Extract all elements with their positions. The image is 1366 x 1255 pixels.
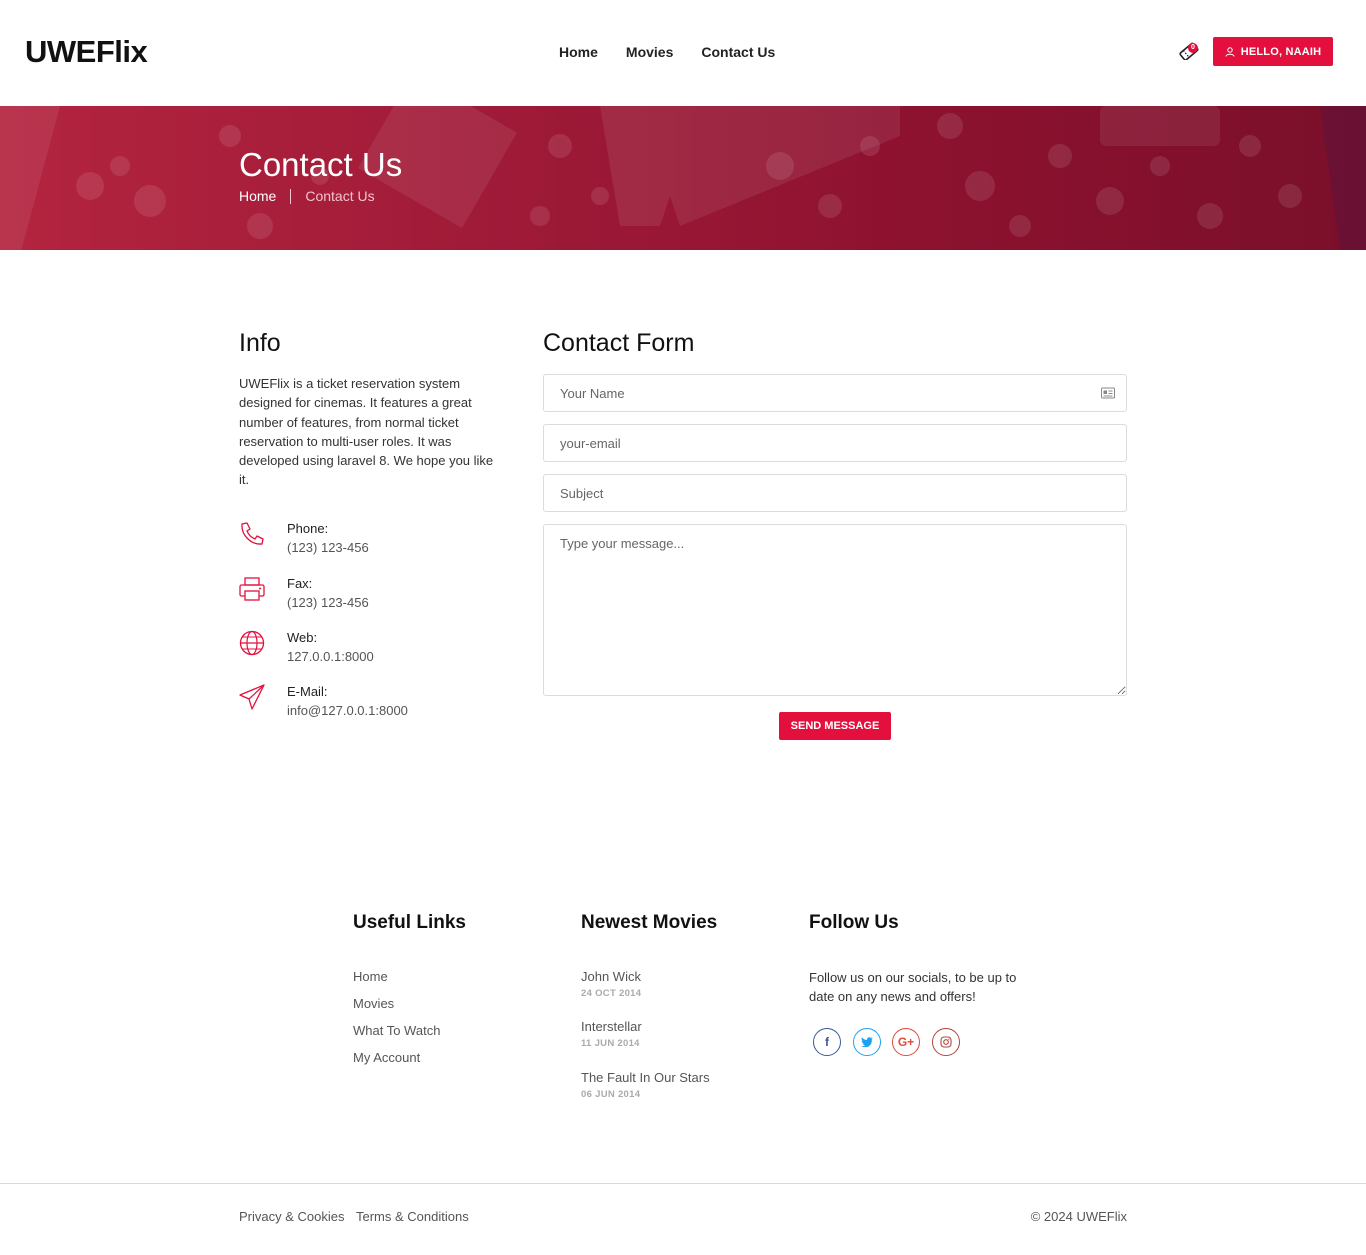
user-account-button[interactable]: HELLO, NAAIH: [1213, 37, 1333, 66]
footer-divider: [0, 1183, 1366, 1184]
nav-home[interactable]: Home: [559, 44, 598, 60]
follow-us-text: Follow us on our socials, to be up to da…: [809, 970, 1017, 1004]
newest-movies-heading: Newest Movies: [581, 912, 718, 933]
cart-count-badge: 0: [1188, 43, 1198, 53]
id-card-icon: [1101, 387, 1115, 399]
nav-movies[interactable]: Movies: [626, 44, 673, 60]
main-nav: Home Movies Contact Us: [559, 44, 803, 60]
contact-value: 127.0.0.1:8000: [287, 649, 374, 664]
user-icon: [1225, 46, 1235, 57]
contact-label: Phone:: [287, 521, 329, 536]
footer-link-home[interactable]: Home: [353, 969, 388, 984]
info-description: UWEFlix is a ticket reservation system d…: [239, 376, 494, 488]
newest-movie-title[interactable]: John Wick: [581, 969, 641, 984]
subject-field[interactable]: [543, 474, 1127, 512]
contact-form-heading: Contact Form: [543, 329, 695, 357]
contact-web: Web: 127.0.0.1:8000: [239, 630, 499, 670]
terms-conditions-link[interactable]: Terms & Conditions: [356, 1209, 469, 1224]
newest-movie-date: 24 OCT 2014: [581, 988, 642, 999]
contact-email: E-Mail: info@127.0.0.1:8000: [239, 684, 499, 724]
contact-label: Web:: [287, 630, 318, 645]
contact-phone: Phone: (123) 123-456: [239, 521, 499, 561]
phone-icon: [241, 522, 264, 545]
breadcrumb-home[interactable]: Home: [239, 188, 276, 204]
footer-link-what-to-watch[interactable]: What To Watch: [353, 1023, 440, 1038]
message-field[interactable]: [543, 524, 1127, 696]
popcorn-background-image: [0, 106, 1366, 250]
breadcrumb-current: Contact Us: [305, 188, 375, 204]
contact-value: (123) 123-456: [287, 540, 369, 555]
globe-icon: [239, 630, 265, 656]
instagram-camera-glyph: [940, 1036, 952, 1048]
newest-movie-date: 11 JUN 2014: [581, 1038, 640, 1049]
breadcrumb-separator: [290, 188, 292, 204]
footer-link-my-account[interactable]: My Account: [353, 1050, 420, 1065]
contact-label: Fax:: [287, 576, 313, 591]
google-plus-icon[interactable]: G+: [892, 1028, 920, 1056]
page-banner: Contact Us Home Contact Us: [0, 106, 1366, 250]
footer-link-movies[interactable]: Movies: [353, 996, 394, 1011]
paper-plane-icon: [239, 684, 265, 710]
instagram-icon[interactable]: [932, 1028, 960, 1056]
page-title: Contact Us: [239, 146, 403, 183]
twitter-icon[interactable]: [853, 1028, 881, 1056]
info-heading: Info: [239, 329, 281, 357]
send-message-button[interactable]: SEND MESSAGE: [779, 712, 891, 740]
printer-icon: [239, 577, 265, 601]
copyright-text: © 2024 UWEFlix: [1030, 1209, 1127, 1224]
newest-movie-date: 06 JUN 2014: [581, 1089, 641, 1100]
contact-value: info@127.0.0.1:8000: [287, 703, 408, 718]
user-account-label: HELLO, NAAIH: [1240, 45, 1322, 58]
contact-label: E-Mail:: [287, 684, 328, 699]
facebook-icon[interactable]: f: [813, 1028, 841, 1056]
contact-fax: Fax: (123) 123-456: [239, 576, 499, 616]
breadcrumb: Home Contact Us: [239, 188, 375, 204]
nav-contact-us[interactable]: Contact Us: [701, 44, 775, 60]
privacy-cookies-link[interactable]: Privacy & Cookies: [239, 1209, 344, 1224]
site-logo[interactable]: UWEFlix: [25, 34, 148, 70]
follow-us-heading: Follow Us: [809, 912, 899, 933]
twitter-bird-glyph: [861, 1037, 873, 1047]
email-field[interactable]: [543, 424, 1127, 462]
newest-movie-title[interactable]: The Fault In Our Stars: [581, 1070, 710, 1085]
site-header: UWEFlix Home Movies Contact Us 0 HELLO, …: [0, 0, 1366, 106]
contact-value: (123) 123-456: [287, 595, 369, 610]
useful-links-heading: Useful Links: [353, 912, 466, 933]
newest-movie-title[interactable]: Interstellar: [581, 1019, 642, 1034]
name-field[interactable]: [543, 374, 1127, 412]
